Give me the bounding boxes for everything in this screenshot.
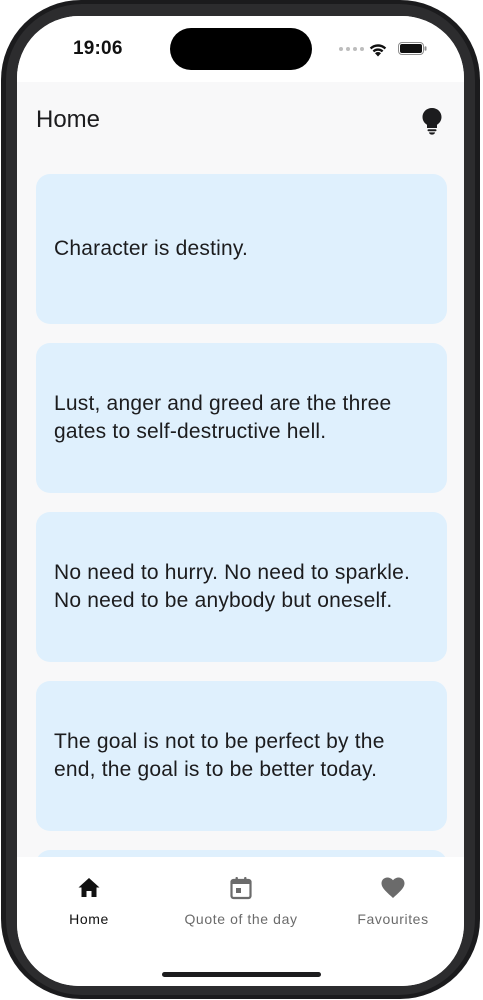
home-indicator[interactable] (162, 972, 321, 977)
quote-text: No need to hurry. No need to sparkle. No… (54, 561, 411, 612)
quote-card[interactable]: No need to hurry. No need to sparkle. No… (36, 512, 447, 662)
heart-icon (381, 877, 405, 898)
quote-list[interactable]: Character is destiny. Lust, anger and gr… (17, 160, 464, 857)
nav-item-home[interactable]: Home (17, 875, 164, 935)
page-title: Home (36, 106, 101, 133)
bottom-navigation: Home Quote of the day Favourites (17, 857, 464, 986)
nav-item-favourites[interactable]: Favourites (318, 875, 464, 935)
quote-card[interactable]: Lust, anger and greed are the three gate… (36, 343, 447, 493)
battery-icon (398, 42, 427, 55)
quote-card[interactable]: Character is destiny. (36, 174, 447, 324)
cellular-signal-icon (339, 47, 364, 51)
status-time: 19:06 (73, 38, 123, 59)
quote-text: The goal is not to be perfect by the end… (54, 730, 385, 781)
nav-label-favourites: Favourites (357, 911, 429, 927)
app-bar: Home (17, 82, 464, 160)
quote-text: Character is destiny. (54, 237, 249, 260)
home-icon (78, 878, 100, 897)
nav-item-quote-of-the-day[interactable]: Quote of the day (166, 875, 316, 935)
quote-card[interactable] (36, 850, 447, 857)
lightbulb-icon[interactable] (421, 107, 443, 135)
app-screen: 19:06 Home Character is destiny. Lust, a (17, 16, 464, 986)
nav-label-home: Home (69, 911, 109, 927)
wifi-icon (369, 44, 387, 57)
dynamic-island (170, 28, 312, 70)
status-bar: 19:06 (17, 16, 464, 82)
nav-label-quote-of-the-day: Quote of the day (184, 911, 298, 927)
quote-card[interactable]: The goal is not to be perfect by the end… (36, 681, 447, 831)
calendar-icon (230, 877, 252, 900)
quote-text: Lust, anger and greed are the three gate… (54, 392, 392, 443)
